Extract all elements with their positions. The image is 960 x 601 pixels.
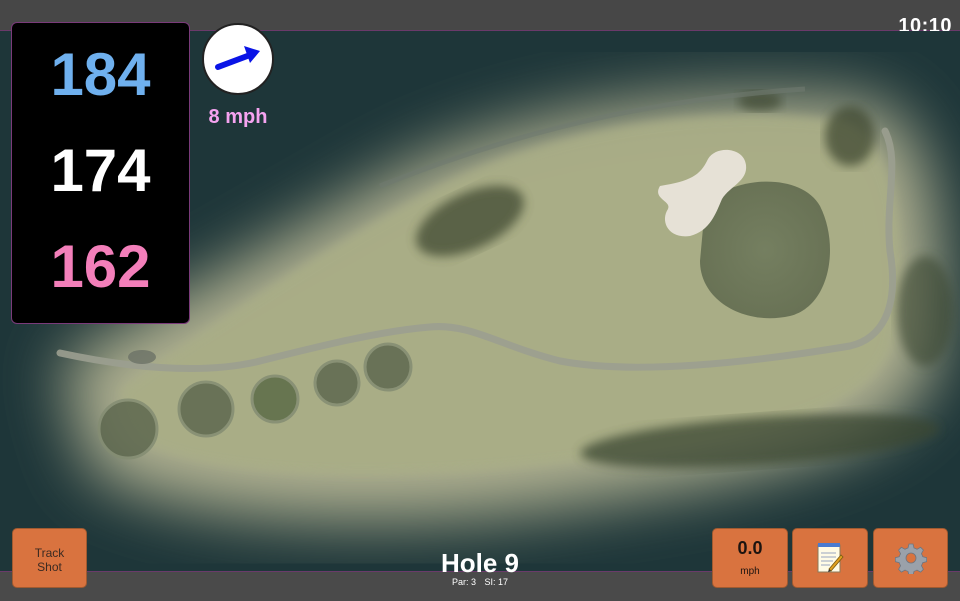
hole-stroke-index: SI: 17 bbox=[484, 577, 509, 587]
gear-icon bbox=[894, 543, 927, 574]
hole-par: Par: 3 bbox=[451, 577, 476, 587]
notepad-icon bbox=[817, 543, 844, 573]
hole-title: Hole 9 bbox=[440, 548, 520, 578]
distance-panel: 184 174 162 bbox=[11, 22, 190, 324]
track-shot-label-line1: Track bbox=[34, 546, 65, 560]
wind-arrow-icon bbox=[215, 46, 260, 70]
notes-button[interactable] bbox=[792, 528, 868, 588]
track-shot-button[interactable]: Track Shot bbox=[12, 528, 87, 588]
speed-button[interactable]: 0.0 mph bbox=[712, 528, 788, 588]
front-distance: 162 bbox=[50, 233, 151, 300]
speed-unit: mph bbox=[740, 566, 760, 577]
wind-speed: 8 mph bbox=[208, 106, 268, 128]
speed-value: 0.0 bbox=[737, 538, 763, 558]
hole-meta: Par: 3 SI: 17 bbox=[380, 577, 580, 587]
middle-distance: 174 bbox=[50, 137, 151, 204]
wind-indicator bbox=[202, 23, 274, 95]
back-distance: 184 bbox=[50, 41, 151, 108]
settings-button[interactable] bbox=[873, 528, 948, 588]
track-shot-label-line2: Shot bbox=[37, 560, 62, 574]
